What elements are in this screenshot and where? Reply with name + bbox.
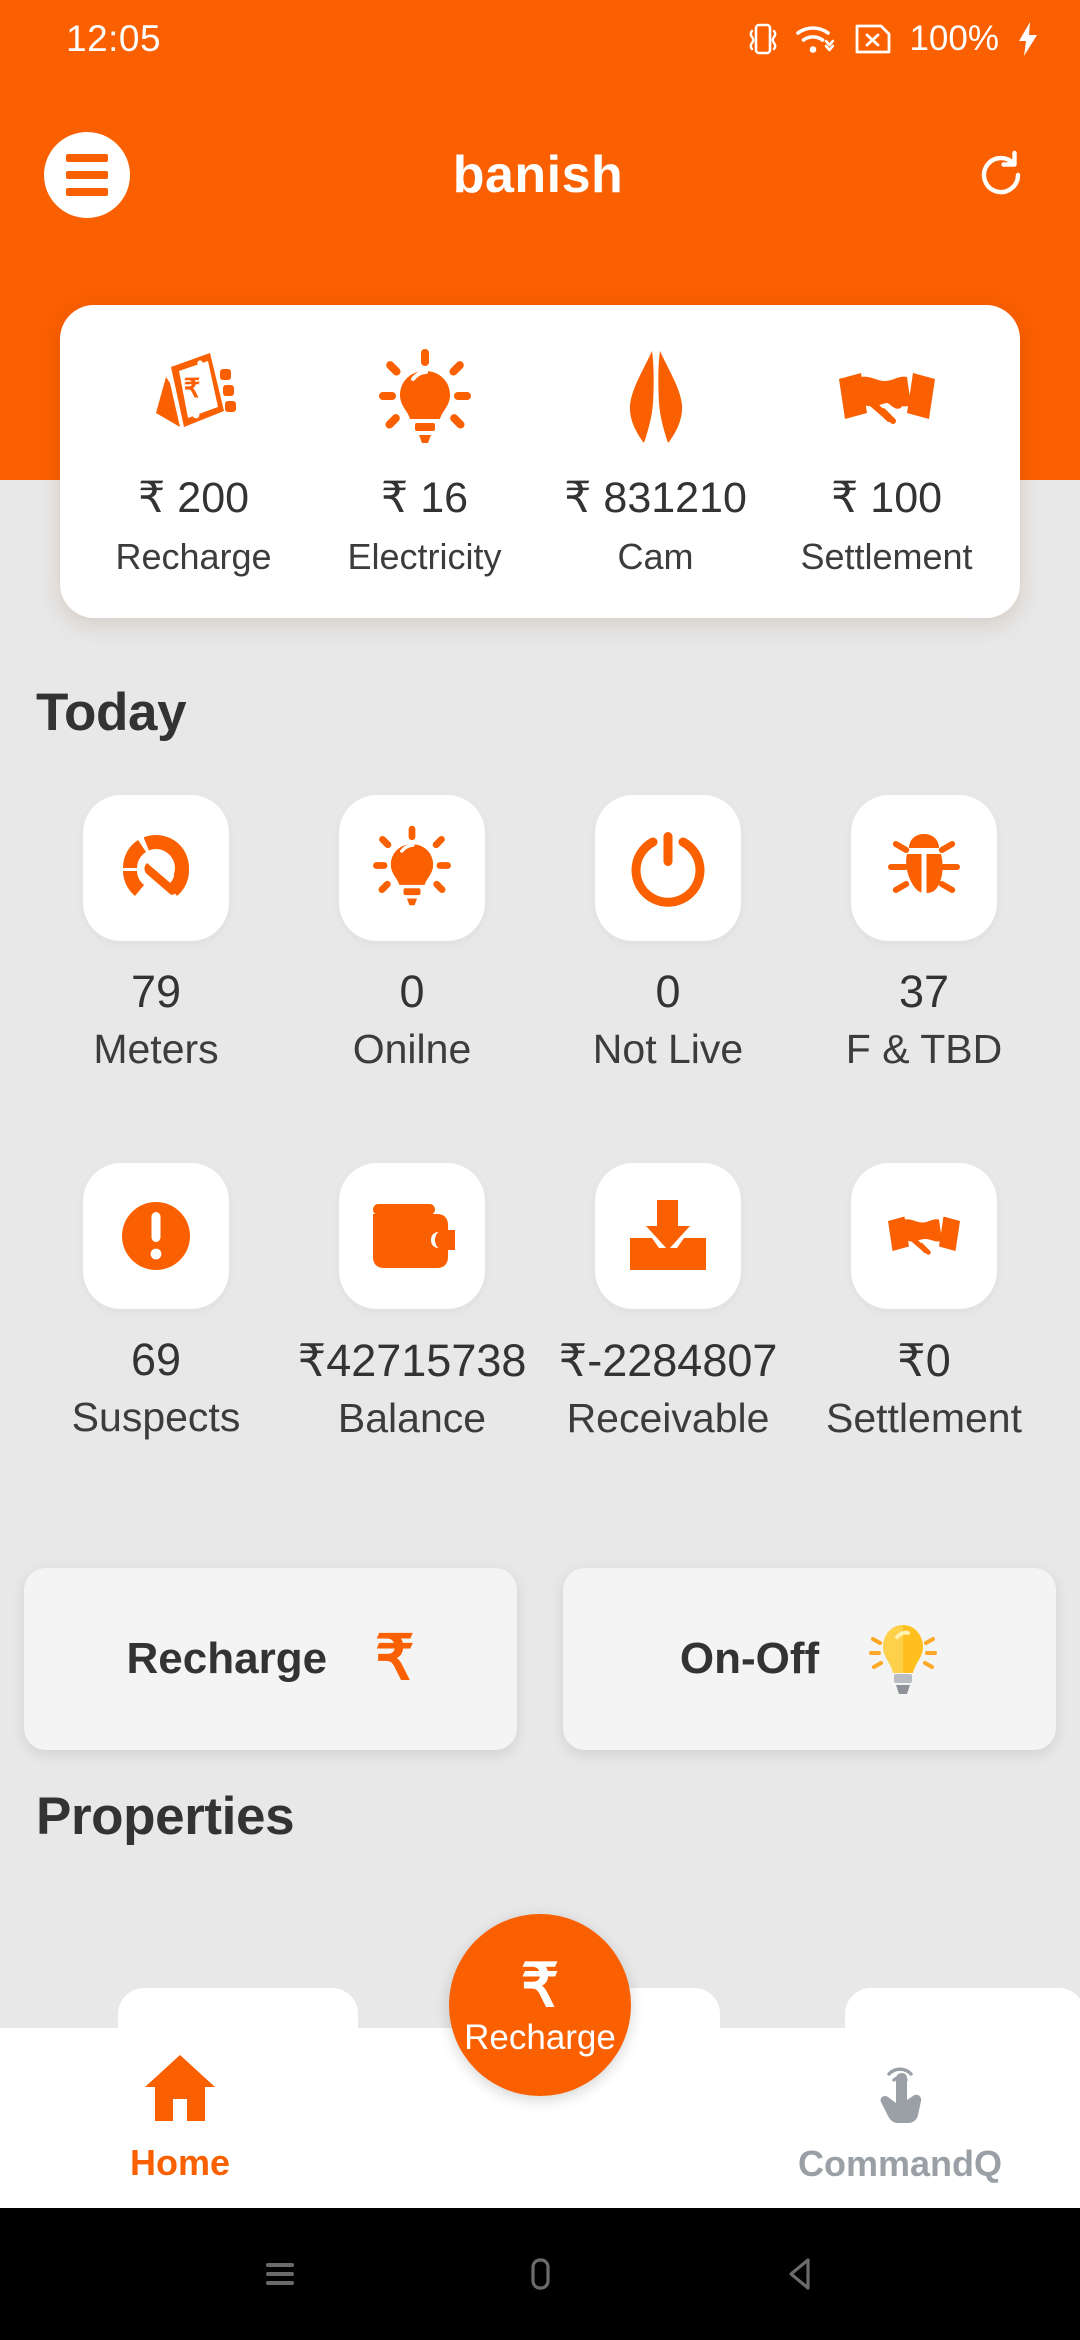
bug-icon [851,795,997,941]
stat-label: Onilne [352,1026,472,1072]
menu-line [66,154,108,162]
stat-value: ₹0 [897,1335,951,1386]
today-stat-grid: 79 Meters 0 Onilne 0 Not Live 37 F & TBD… [28,795,1052,1442]
summary-item-electricity[interactable]: ₹ 16 Electricity [309,343,540,578]
summary-amount: ₹ 16 [380,474,469,522]
android-home-icon[interactable] [518,2252,562,2296]
menu-line [66,171,108,179]
page-title: banish [452,146,624,204]
home-icon [143,2053,217,2128]
stat-label: Balance [337,1395,487,1441]
stat-label: F & TBD [845,1026,1003,1072]
stat-label: Suspects [71,1394,241,1440]
exclamation-circle-icon [83,1163,229,1309]
summary-label: Settlement [800,536,973,577]
recents-icon[interactable] [258,2252,302,2296]
wifi-icon [795,22,837,56]
summary-item-cam[interactable]: ₹ 831210 Cam [540,343,771,578]
stat-cell-receivable[interactable]: ₹-2284807 Receivable [540,1163,796,1442]
handshake-icon [851,1163,997,1309]
nav-item-commandq[interactable]: CommandQ [720,2052,1080,2185]
stat-value: 0 [655,966,681,1017]
stat-value: 37 [898,966,950,1017]
summary-amount: ₹ 100 [830,474,943,522]
lightbulb-icon [339,795,485,941]
summary-item-settlement[interactable]: ₹ 100 Settlement [771,343,1002,578]
namaste-hands-icon [608,343,704,455]
stat-cell-balance[interactable]: ₹42715738 Balance [284,1163,540,1442]
summary-card: ₹ ₹ 200 Recharge ₹ 16 Electricity ₹ 8312… [60,305,1020,618]
rupee-icon: ₹ [375,1624,415,1693]
rupee-icon: ₹ [520,1951,560,2019]
refresh-icon[interactable] [966,140,1036,210]
recharge-fab-button[interactable]: ₹ Recharge [449,1914,631,2096]
stat-label: Meters [93,1026,219,1072]
fab-label: Recharge [464,2017,616,2057]
stat-value: 69 [130,1334,182,1385]
today-section-title: Today [36,683,187,742]
no-sim-icon [854,23,892,55]
stat-value: 0 [399,966,425,1017]
yellow-lightbulb-icon [867,1617,939,1702]
status-bar: 12:05 100% [0,0,1080,78]
menu-line [66,188,108,196]
stat-cell-online[interactable]: 0 Onilne [284,795,540,1073]
nav-label: Home [129,2141,231,2183]
app-bar: banish [0,120,1080,230]
stat-cell-suspects[interactable]: 69 Suspects [28,1163,284,1442]
vibrate-icon [748,20,778,58]
stat-cell-meters[interactable]: 79 Meters [28,795,284,1073]
status-time: 12:05 [66,18,162,59]
stat-cell-not-live[interactable]: 0 Not Live [540,795,796,1073]
nav-item-home[interactable]: Home [0,2053,360,2184]
stat-value: ₹-2284807 [558,1335,778,1386]
status-icons: 100% [748,19,1040,59]
power-icon [595,795,741,941]
android-back-icon[interactable] [778,2252,822,2296]
summary-label: Recharge [115,536,272,577]
summary-label: Cam [617,536,694,577]
tap-gesture-icon [865,2052,935,2129]
battery-percent: 100% [909,19,999,58]
handshake-icon [835,343,939,455]
svg-text:₹: ₹ [183,373,200,403]
summary-label: Electricity [347,536,502,577]
charging-bolt-icon [1016,21,1040,57]
stat-value: ₹42715738 [297,1335,527,1386]
recharge-action-card[interactable]: Recharge ₹ [24,1568,517,1750]
stat-label: Receivable [566,1395,770,1441]
wallet-icon [339,1163,485,1309]
stat-cell-f-tbd[interactable]: 37 F & TBD [796,795,1052,1073]
download-inbox-icon [595,1163,741,1309]
speedometer-icon [83,795,229,941]
lightbulb-icon [377,343,473,455]
summary-amount: ₹ 200 [137,474,250,522]
action-label: Recharge [126,1634,328,1683]
on-off-action-card[interactable]: On-Off [563,1568,1056,1750]
summary-amount: ₹ 831210 [564,474,747,522]
stat-label: Settlement [826,1395,1022,1441]
android-system-nav [0,2208,1080,2340]
stat-label: Not Live [592,1026,744,1072]
app-screen: 12:05 100% banish ₹ ₹ 200 Recharge ₹ 16 … [0,0,1080,2340]
stat-cell-settlement[interactable]: ₹0 Settlement [796,1163,1052,1442]
properties-section-title: Properties [36,1787,295,1846]
summary-item-recharge[interactable]: ₹ ₹ 200 Recharge [78,343,309,578]
stat-value: 79 [130,966,182,1017]
mobile-recharge-icon: ₹ [146,343,242,455]
action-card-row: Recharge ₹ On-Off [24,1568,1056,1750]
action-label: On-Off [679,1634,820,1683]
nav-label: CommandQ [797,2142,1002,2184]
